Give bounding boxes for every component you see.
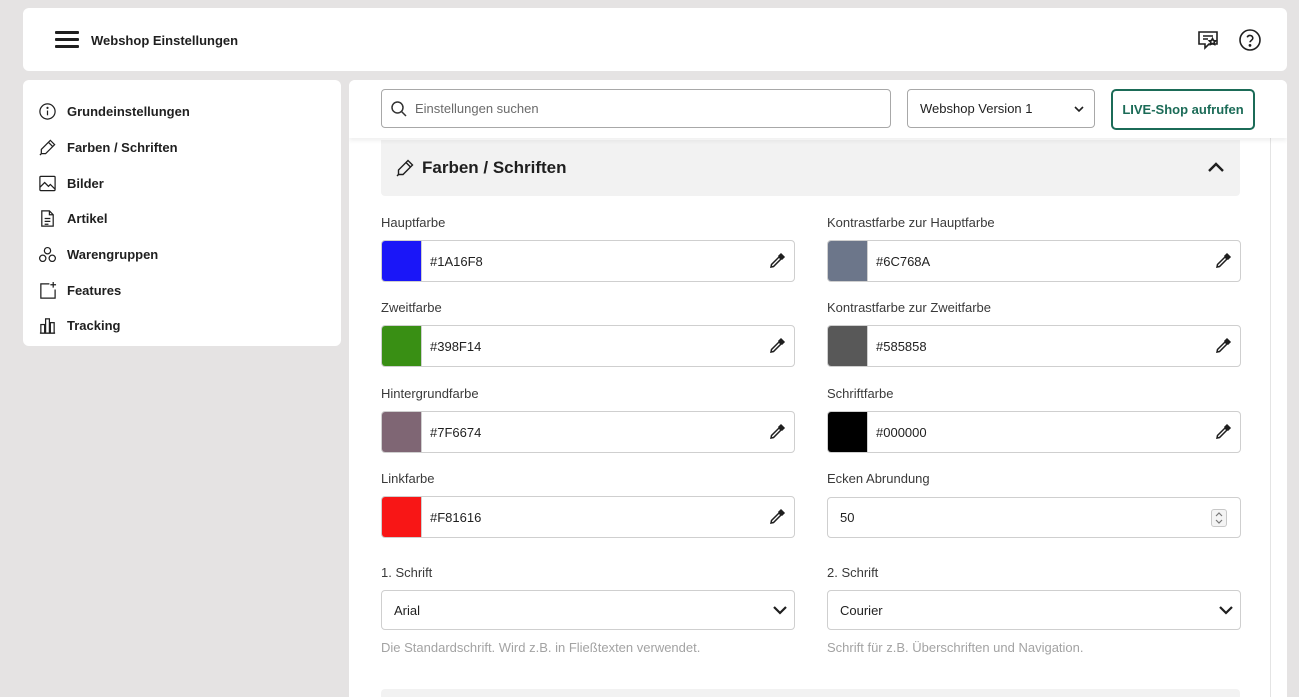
linkfarbe-field[interactable]: #F81616: [381, 496, 795, 538]
color-value[interactable]: #398F14: [430, 339, 768, 354]
color-swatch[interactable]: [382, 326, 422, 366]
color-swatch[interactable]: [828, 412, 868, 452]
sidebar-item-farben-schriften[interactable]: Farben / Schriften: [23, 130, 341, 166]
schriftfarbe-field[interactable]: #000000: [827, 411, 1241, 453]
main-panel: Webshop Version 1 LIVE-Shop aufrufen Far…: [349, 80, 1287, 697]
search-icon: [391, 100, 407, 117]
page-title: Webshop Einstellungen: [91, 33, 239, 48]
bar-chart-icon: [39, 318, 56, 335]
info-icon: [39, 103, 56, 121]
help-icon[interactable]: [1238, 28, 1262, 52]
sidebar-item-artikel[interactable]: Artikel: [23, 201, 341, 237]
groups-icon: [38, 247, 57, 263]
stepper-arrows-icon: [1215, 512, 1223, 524]
next-section-header[interactable]: [381, 689, 1240, 697]
hintergrundfarbe-label: Hintergrundfarbe: [381, 386, 479, 401]
eyedropper-icon[interactable]: [1214, 252, 1232, 270]
kontrastfarbe-zweit-label: Kontrastfarbe zur Zweitfarbe: [827, 300, 992, 315]
zweitfarbe-field[interactable]: #398F14: [381, 325, 795, 367]
schrift1-hint: Die Standardschrift. Wird z.B. in Fließt…: [381, 640, 701, 655]
section-header-farben-schriften[interactable]: Farben / Schriften: [381, 140, 1240, 196]
sidebar-item-tracking[interactable]: Tracking: [23, 308, 341, 344]
sidebar: Grundeinstellungen Farben / Schriften Bi…: [23, 80, 341, 346]
hauptfarbe-label: Hauptfarbe: [381, 215, 446, 230]
sidebar-item-warengruppen[interactable]: Warengruppen: [23, 237, 341, 273]
color-value[interactable]: #F81616: [430, 510, 768, 525]
review-star-icon[interactable]: [1196, 28, 1220, 52]
kontrastfarbe-haupt-label: Kontrastfarbe zur Hauptfarbe: [827, 215, 995, 230]
color-value[interactable]: #7F6674: [430, 425, 768, 440]
schrift2-select[interactable]: Courier: [827, 590, 1241, 630]
ecken-abrundung-label: Ecken Abrundung: [827, 471, 930, 486]
search-box[interactable]: [381, 89, 891, 128]
ecken-abrundung-value[interactable]: 50: [840, 510, 854, 525]
kontrastfarbe-haupt-field[interactable]: #6C768A: [827, 240, 1241, 282]
toolbar: Webshop Version 1 LIVE-Shop aufrufen: [349, 80, 1287, 138]
scroll-track: [1270, 138, 1271, 697]
color-swatch[interactable]: [828, 326, 868, 366]
schrift1-select[interactable]: Arial: [381, 590, 795, 630]
color-swatch[interactable]: [828, 241, 868, 281]
chevron-down-icon: [1074, 106, 1084, 113]
color-value[interactable]: #585858: [876, 339, 1214, 354]
sidebar-item-label: Artikel: [67, 211, 108, 227]
pen-icon: [39, 139, 56, 156]
sidebar-item-label: Bilder: [67, 175, 104, 191]
sidebar-item-label: Tracking: [67, 318, 121, 334]
sidebar-item-label: Features: [67, 282, 122, 298]
hintergrundfarbe-field[interactable]: #7F6674: [381, 411, 795, 453]
eyedropper-icon[interactable]: [768, 252, 786, 270]
hamburger-menu-icon[interactable]: [55, 31, 79, 49]
schrift2-value: Courier: [840, 602, 883, 618]
color-swatch[interactable]: [382, 497, 422, 537]
zweitfarbe-label: Zweitfarbe: [381, 300, 442, 315]
color-value[interactable]: #6C768A: [876, 254, 1214, 269]
image-icon: [39, 175, 56, 191]
version-select[interactable]: Webshop Version 1: [907, 89, 1095, 128]
sidebar-item-label: Farben / Schriften: [67, 140, 178, 156]
linkfarbe-label: Linkfarbe: [381, 471, 435, 486]
number-stepper[interactable]: [1211, 509, 1227, 527]
search-input[interactable]: [415, 101, 875, 116]
version-select-value: Webshop Version 1: [920, 101, 1033, 116]
hauptfarbe-field[interactable]: #1A16F8: [381, 240, 795, 282]
color-value[interactable]: #1A16F8: [430, 254, 768, 269]
live-shop-button[interactable]: LIVE-Shop aufrufen: [1111, 89, 1255, 130]
document-icon: [41, 210, 54, 228]
color-value[interactable]: #000000: [876, 425, 1214, 440]
color-swatch[interactable]: [382, 412, 422, 452]
sidebar-item-label: Warengruppen: [67, 247, 159, 263]
add-feature-icon: [40, 281, 57, 299]
sidebar-item-label: Grundeinstellungen: [67, 104, 190, 120]
eyedropper-icon[interactable]: [768, 337, 786, 355]
schrift2-label: 2. Schrift: [827, 565, 879, 580]
ecken-abrundung-input[interactable]: 50: [827, 497, 1241, 538]
sidebar-item-bilder[interactable]: Bilder: [23, 165, 341, 201]
sidebar-item-features[interactable]: Features: [23, 272, 341, 308]
eyedropper-icon[interactable]: [1214, 423, 1232, 441]
color-swatch[interactable]: [382, 241, 422, 281]
pen-icon: [396, 159, 414, 177]
sidebar-item-grundeinstellungen[interactable]: Grundeinstellungen: [23, 94, 341, 130]
eyedropper-icon[interactable]: [768, 508, 786, 526]
chevron-down-icon: [1219, 606, 1233, 615]
section-title: Farben / Schriften: [422, 158, 567, 177]
top-bar: Webshop Einstellungen: [23, 8, 1287, 71]
kontrastfarbe-zweit-field[interactable]: #585858: [827, 325, 1241, 367]
eyedropper-icon[interactable]: [768, 423, 786, 441]
schrift1-label: 1. Schrift: [381, 565, 433, 580]
schrift1-value: Arial: [394, 602, 421, 618]
chevron-up-icon[interactable]: [1207, 160, 1225, 174]
chevron-down-icon: [773, 606, 787, 615]
eyedropper-icon[interactable]: [1214, 337, 1232, 355]
schrift2-hint: Schrift für z.B. Überschriften und Navig…: [827, 640, 1084, 655]
schriftfarbe-label: Schriftfarbe: [827, 386, 894, 401]
